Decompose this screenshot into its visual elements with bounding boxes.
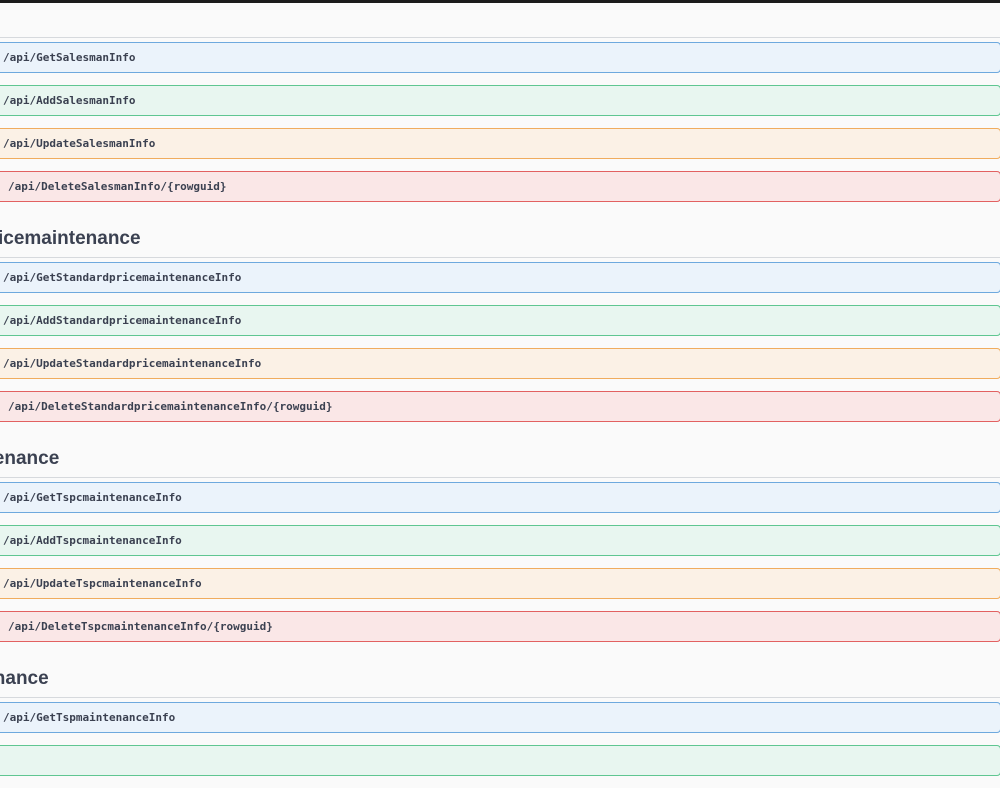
operation-path: /api/UpdateStandardpricemaintenanceInfo [3,357,262,370]
tag-header[interactable]: intenance [0,654,1000,698]
operation-path: /api/GetSalesmanInfo [3,51,136,64]
tag-title: intenance [0,668,49,689]
tag-section: aintenance /api/GetTspcmaintenanceInfo /… [0,434,1000,642]
tag-header[interactable]: rdpricemaintenance [0,214,1000,258]
operation-path: /api/UpdateTspcmaintenanceInfo [3,577,202,590]
operation-block[interactable]: /api/UpdateTspcmaintenanceInfo [0,568,1000,599]
tag-section: an /api/GetSalesmanInfo /api/AddSalesman… [0,3,1000,202]
operation-block[interactable]: /api/UpdateStandardpricemaintenanceInfo [0,348,1000,379]
operation-path: /api/AddStandardpricemaintenanceInfo [3,314,242,327]
operation-block[interactable]: /api/GetStandardpricemaintenanceInfo [0,262,1000,293]
operation-path: /api/AddTspcmaintenanceInfo [3,534,182,547]
operation-block[interactable]: /api/AddStandardpricemaintenanceInfo [0,305,1000,336]
operation-path: /api/GetTspmaintenanceInfo [3,711,176,724]
operation-block[interactable]: /api/GetTspcmaintenanceInfo [0,482,1000,513]
operation-path: /api/DeleteSalesmanInfo/{rowguid} [8,180,227,193]
operation-block[interactable]: /api/DeleteStandardpricemaintenanceInfo/… [0,391,1000,422]
tag-section: rdpricemaintenance /api/GetStandardprice… [0,214,1000,422]
tag-header[interactable]: aintenance [0,434,1000,478]
operation-block[interactable]: /api/DeleteTspcmaintenanceInfo/{rowguid} [0,611,1000,642]
tag-section: intenance /api/GetTspmaintenanceInfo [0,654,1000,776]
operation-block[interactable]: /api/AddSalesmanInfo [0,85,1000,116]
tag-title: rdpricemaintenance [0,228,141,249]
operation-path: /api/GetStandardpricemaintenanceInfo [3,271,242,284]
operation-block[interactable]: /api/AddTspcmaintenanceInfo [0,525,1000,556]
operation-path: /api/UpdateSalesmanInfo [3,137,156,150]
operation-block[interactable]: /api/GetTspmaintenanceInfo [0,702,1000,733]
operation-path: /api/GetTspcmaintenanceInfo [3,491,182,504]
operation-path: /api/DeleteTspcmaintenanceInfo/{rowguid} [8,620,273,633]
tag-header[interactable]: an [0,3,1000,38]
operation-block[interactable]: /api/GetSalesmanInfo [0,42,1000,73]
operation-path: /api/AddSalesmanInfo [3,94,136,107]
operation-block[interactable]: /api/UpdateSalesmanInfo [0,128,1000,159]
tag-title: aintenance [0,448,60,469]
operations-list: an /api/GetSalesmanInfo /api/AddSalesman… [0,3,1000,788]
operation-path: /api/DeleteStandardpricemaintenanceInfo/… [8,400,333,413]
operation-block[interactable]: /api/DeleteSalesmanInfo/{rowguid} [0,171,1000,202]
